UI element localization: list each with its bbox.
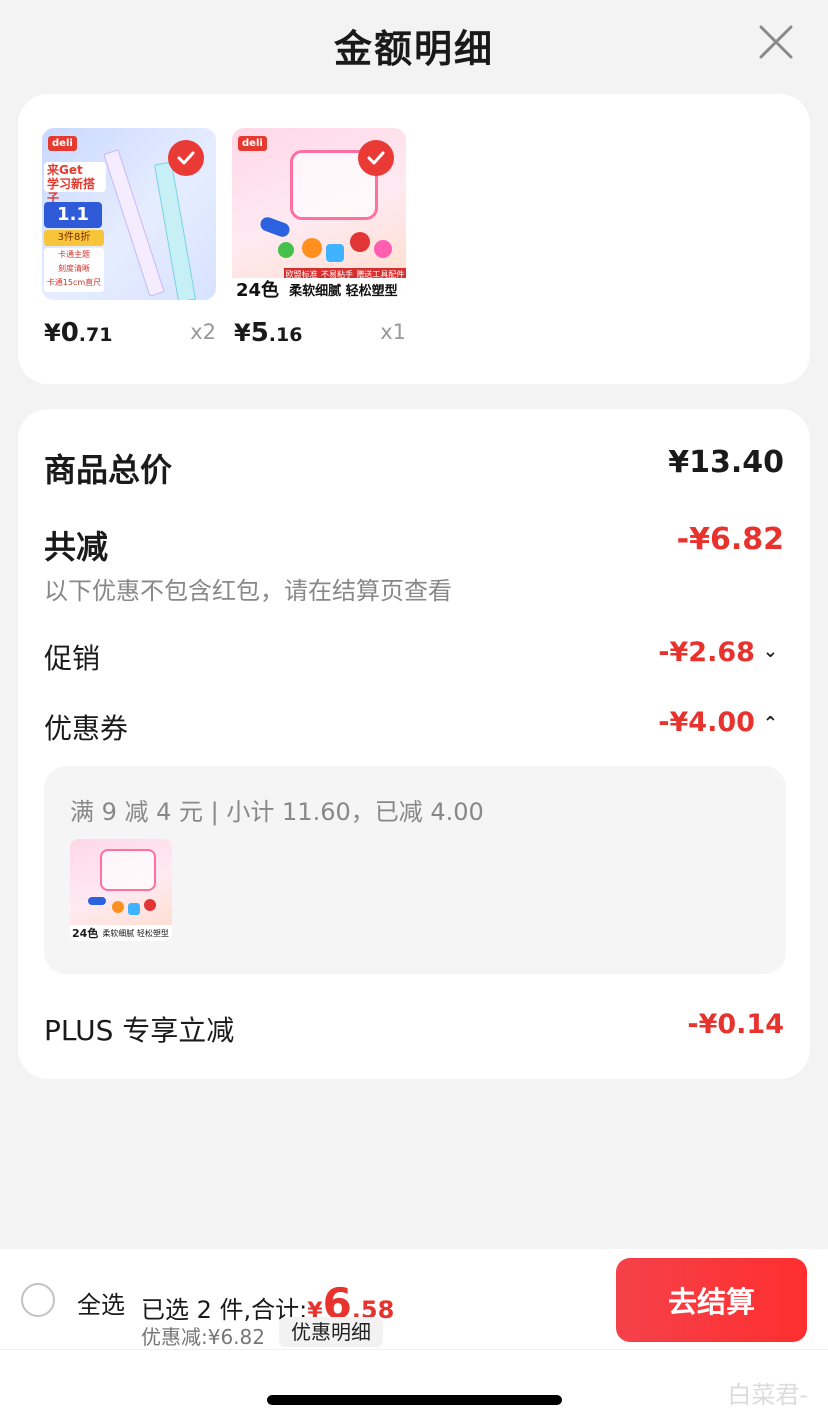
- clay-piece: [278, 242, 294, 258]
- clay-tool: [258, 215, 292, 239]
- product-quantity: x1: [380, 320, 406, 344]
- clay-piece: [128, 903, 140, 915]
- clay-piece: [112, 901, 124, 913]
- coupon-label: 优惠券: [44, 712, 129, 745]
- clay-piece: [326, 244, 344, 262]
- checked-icon[interactable]: [168, 140, 204, 176]
- checkout-bar: 全选 已选 2 件,合计:¥6.58 优惠减:¥6.82 优惠明细 去结算 白菜…: [0, 1249, 828, 1423]
- product-thumbnail[interactable]: deli 欧盟标准 不易粘手 赠送工具配件 24色 柔软细腻 轻松塑型: [232, 128, 406, 300]
- select-all-radio[interactable]: [21, 1283, 55, 1317]
- chevron-down-icon: ⌄: [762, 641, 778, 662]
- clay-tool: [88, 897, 106, 905]
- promo-text: 来Get 学习新搭子: [44, 162, 106, 205]
- coupon-detail-box: 满 9 减 4 元 | 小计 11.60，已减 4.00 24色 柔软细腻 轻松…: [44, 766, 786, 974]
- clay-piece: [374, 240, 392, 258]
- price-row: ¥5.16 x1: [234, 318, 406, 350]
- checked-icon[interactable]: [358, 140, 394, 176]
- discount-detail-button[interactable]: 优惠明细: [279, 1317, 383, 1347]
- coupon-description: 满 9 减 4 元 | 小计 11.60，已减 4.00: [70, 798, 484, 826]
- promo-value-wrap: -¥2.68 ⌄: [658, 637, 778, 668]
- discount-amount: 优惠减:¥6.82: [141, 1325, 265, 1349]
- coupon-value-wrap: -¥4.00 ⌃: [658, 707, 778, 738]
- clay-piece: [302, 238, 322, 258]
- clay-piece: [350, 232, 370, 252]
- watermark: 白菜君-: [727, 1381, 808, 1409]
- promo-label: 促销: [44, 642, 101, 675]
- chevron-up-icon: ⌃: [762, 713, 778, 734]
- coupon-value: -¥4.00: [658, 707, 755, 738]
- divider: [0, 1349, 828, 1350]
- brand-logo: deli: [48, 136, 77, 151]
- reduce-label: 共减: [44, 528, 109, 566]
- goods-total-label: 商品总价: [44, 451, 173, 489]
- promo-price: 1.1: [44, 202, 102, 228]
- page-title: 金额明细: [333, 27, 494, 71]
- promo-value: -¥2.68: [658, 637, 755, 668]
- product-banner: 24色 柔软细腻 轻松塑型: [70, 925, 172, 941]
- product-item-ruler[interactable]: deli 来Get 学习新搭子 1.1 3件8折 卡通主题 刻度清晰 卡通15c…: [42, 128, 216, 348]
- select-all-label[interactable]: 全选: [77, 1285, 125, 1320]
- home-indicator[interactable]: [267, 1395, 562, 1405]
- feature-list: 卡通主题 刻度清晰 卡通15cm直尺: [44, 248, 104, 292]
- product-quantity: x2: [190, 320, 216, 344]
- product-banner: 24色 柔软细腻 轻松塑型: [232, 278, 406, 300]
- price-row: ¥0.71 x2: [44, 318, 216, 350]
- reduce-value: -¥6.82: [676, 522, 784, 557]
- clay-box: [100, 849, 156, 891]
- product-price: ¥5.16: [234, 318, 303, 348]
- reduce-note: 以下优惠不包含红包，请在结算页查看: [44, 577, 452, 605]
- product-price: ¥0.71: [44, 318, 113, 348]
- product-thumbnail[interactable]: deli 来Get 学习新搭子 1.1 3件8折 卡通主题 刻度清晰 卡通15c…: [42, 128, 216, 300]
- price-summary-card: 商品总价 ¥13.40 共减 -¥6.82 以下优惠不包含红包，请在结算页查看 …: [18, 409, 810, 1079]
- product-item-clay[interactable]: deli 欧盟标准 不易粘手 赠送工具配件 24色 柔软细腻 轻松塑型 ¥5.16: [232, 128, 406, 348]
- checkout-button[interactable]: 去结算: [616, 1258, 807, 1342]
- plus-label: PLUS 专享立减: [44, 1014, 235, 1047]
- plus-value: -¥0.14: [687, 1009, 784, 1040]
- promo-tag: 3件8折: [44, 230, 104, 246]
- clay-piece: [144, 899, 156, 911]
- header: 金额明细: [0, 0, 828, 88]
- close-icon[interactable]: [758, 24, 794, 60]
- product-card: deli 来Get 学习新搭子 1.1 3件8折 卡通主题 刻度清晰 卡通15c…: [18, 94, 810, 384]
- goods-total-value: ¥13.40: [668, 445, 784, 480]
- coupon-product-thumbnail[interactable]: 24色 柔软细腻 轻松塑型: [70, 839, 172, 941]
- brand-logo: deli: [238, 136, 267, 151]
